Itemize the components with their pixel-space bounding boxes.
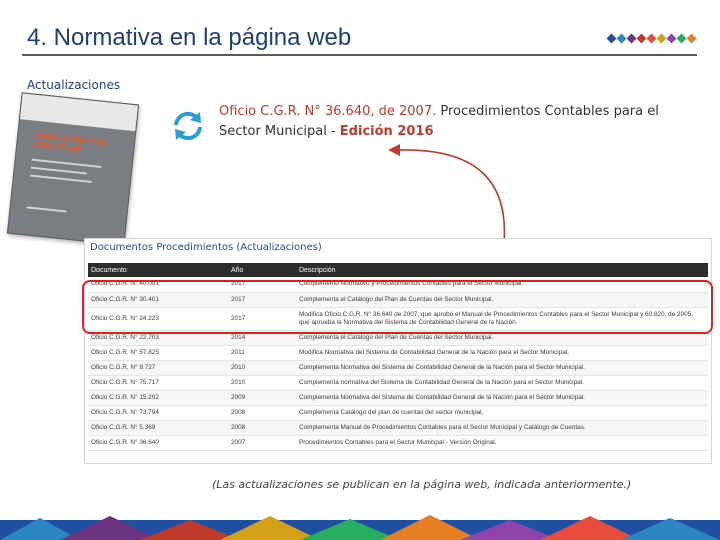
year-cell: 2008 xyxy=(228,420,296,436)
title-divider xyxy=(22,54,697,56)
update-headline: Oficio C.G.R. N° 36.640, de 2007. Proced… xyxy=(219,102,689,142)
cover-text-line xyxy=(26,206,67,213)
table-heading: Documentos Procedimientos (Actualizacion… xyxy=(90,242,322,253)
highlight-box xyxy=(82,280,713,334)
description-cell: Complementa normativa del Sistema de Con… xyxy=(296,375,708,391)
year-cell: 2010 xyxy=(228,360,296,376)
table-header-row: Documento Año Descripción xyxy=(88,263,708,277)
description-cell: Complementa Normativa del Sistema de Con… xyxy=(296,360,708,376)
year-cell: 2007 xyxy=(228,435,296,451)
cover-text-line xyxy=(30,166,87,175)
table-row: Oficio C.G.R. N° 57.825 2011 Modifica Norm… xyxy=(88,345,708,361)
headline-edition: Edición 2016 xyxy=(339,124,434,139)
year-cell: 2010 xyxy=(228,375,296,391)
description-cell: Complementa Normativa del Sistema de Con… xyxy=(296,390,708,406)
description-cell: Complementa Catálogo del plan de cuentas… xyxy=(296,405,708,421)
column-header-document: Documento xyxy=(88,263,228,277)
description-cell: Complementa Manual de Procedimientos Con… xyxy=(296,420,708,436)
column-header-year: Año xyxy=(228,263,296,277)
documents-table-panel: Documentos Procedimientos (Actualizacion… xyxy=(84,238,712,464)
year-cell: 2008 xyxy=(228,405,296,421)
cover-text-line xyxy=(31,158,102,168)
refresh-icon xyxy=(174,111,202,141)
year-cell: 2009 xyxy=(228,390,296,406)
table-row: Oficio C.G.R. N° 75.717 2010 Complementa n… xyxy=(88,375,708,391)
document-link[interactable]: Oficio C.G.R. N° 9.727 xyxy=(88,360,228,376)
cover-title: PROCEDIMIENTOS CONTABLES xyxy=(32,130,108,154)
bottom-decorative-band xyxy=(0,515,720,540)
table-row: Oficio C.G.R. N° 36.640 2007 Procedimiento… xyxy=(88,435,708,451)
table-row: Oficio C.G.R. N° 15.202 2009 Complementa N… xyxy=(88,390,708,406)
column-header-description: Descripción xyxy=(296,263,708,277)
manual-cover-image: PROCEDIMIENTOS CONTABLES xyxy=(6,92,140,246)
section-label: Actualizaciones xyxy=(27,78,121,92)
document-link[interactable]: Oficio C.G.R. N° 15.202 xyxy=(88,390,228,406)
document-link[interactable]: Oficio C.G.R. N° 75.717 xyxy=(88,375,228,391)
document-link[interactable]: Oficio C.G.R. N° 36.640 xyxy=(88,435,228,451)
table-row: Oficio C.G.R. N° 73.794 2008 Complementa C… xyxy=(88,405,708,421)
page-title: 4. Normativa en la página web xyxy=(27,24,352,51)
description-cell: Procedimientos Contables para el Sector … xyxy=(296,435,708,451)
document-link[interactable]: Oficio C.G.R. N° 57.825 xyxy=(88,345,228,361)
year-cell: 2011 xyxy=(228,345,296,361)
document-link[interactable]: Oficio C.G.R. N° 5.369 xyxy=(88,420,228,436)
headline-reference: Oficio C.G.R. N° 36.640, de 2007. xyxy=(219,104,437,119)
cover-header xyxy=(19,93,138,132)
table-row: Oficio C.G.R. N° 9.727 2010 Complementa No… xyxy=(88,360,708,376)
caption: (Las actualizaciones se publican en la p… xyxy=(212,478,632,491)
table-row: Oficio C.G.R. N° 5.369 2008 Complementa Ma… xyxy=(88,420,708,436)
description-cell: Modifica Normativa del Sistema de Contab… xyxy=(296,345,708,361)
cover-text-line xyxy=(29,174,92,184)
document-link[interactable]: Oficio C.G.R. N° 73.794 xyxy=(88,405,228,421)
brand-dots-icon xyxy=(606,33,697,44)
